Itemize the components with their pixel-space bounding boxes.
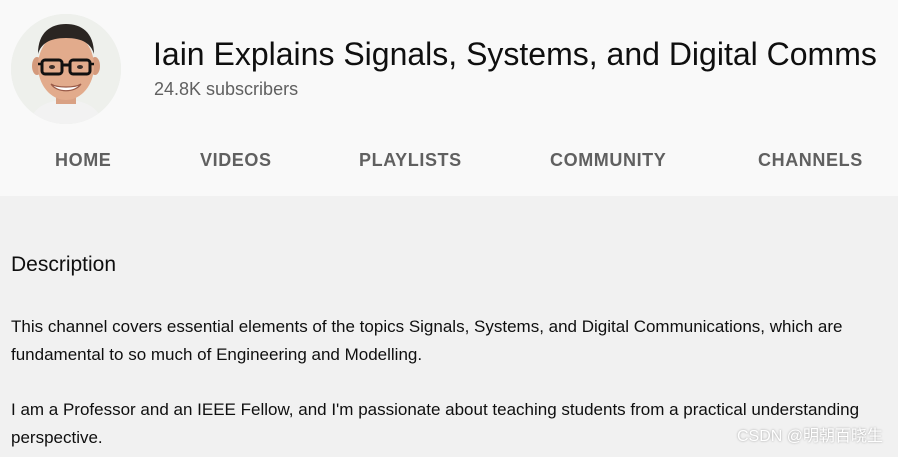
watermark-text: CSDN @明朝百晓生 <box>736 428 883 445</box>
tab-home[interactable]: HOME <box>55 140 111 180</box>
channel-title: Iain Explains Signals, Systems, and Digi… <box>153 36 877 72</box>
tab-channels[interactable]: CHANNELS <box>758 140 863 180</box>
channel-tabs: HOME VIDEOS PLAYLISTS COMMUNITY CHANNELS <box>0 140 898 180</box>
avatar-portrait-icon <box>11 14 121 124</box>
description-heading: Description <box>11 253 117 276</box>
subscriber-count: 24.8K subscribers <box>154 79 299 99</box>
tab-community[interactable]: COMMUNITY <box>550 140 666 180</box>
channel-header: Iain Explains Signals, Systems, and Digi… <box>0 0 898 196</box>
channel-avatar[interactable] <box>11 14 121 124</box>
tab-playlists[interactable]: PLAYLISTS <box>359 140 462 180</box>
tab-videos[interactable]: VIDEOS <box>200 140 272 180</box>
description-paragraph: This channel covers essential elements o… <box>11 317 843 364</box>
